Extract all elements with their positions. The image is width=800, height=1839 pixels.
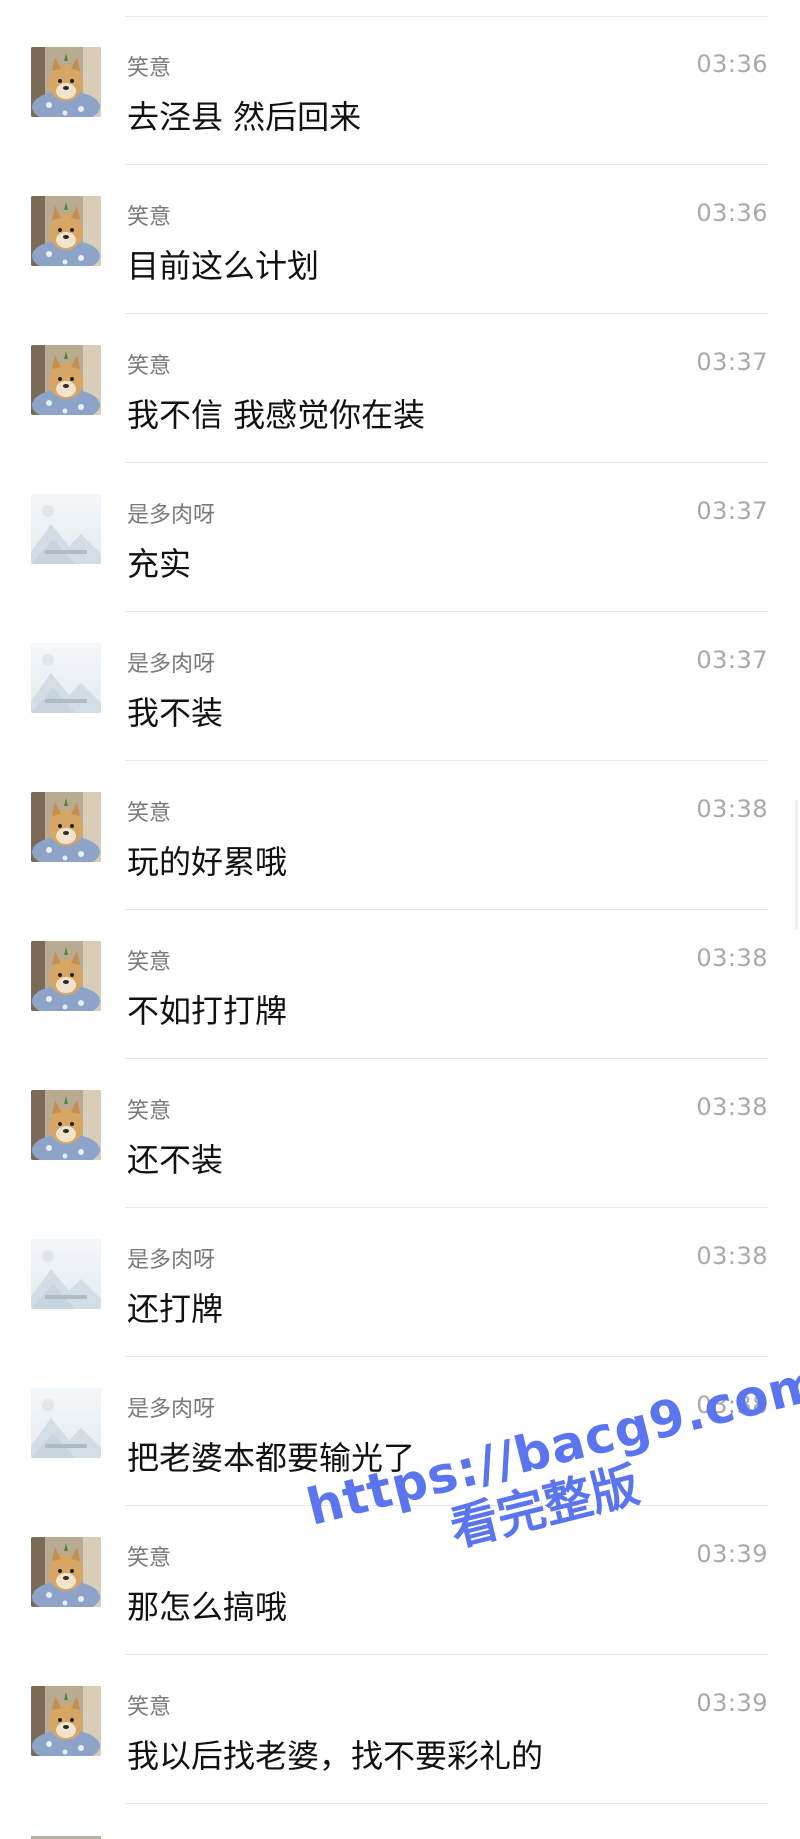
sender-name: 笑意	[127, 1099, 172, 1124]
message-text: 我不装	[127, 694, 224, 732]
message-text: 我不信 我感觉你在装	[127, 396, 426, 434]
message-row[interactable]: 笑意 03:36 去泾县 然后回来	[0, 16, 800, 165]
message-row[interactable]: 是多肉呀 03:38 还打牌	[0, 1208, 800, 1357]
message-row[interactable]: 笑意 03:37 我不信 我感觉你在装	[0, 314, 800, 463]
message-row[interactable]: 笑意 03:38 还不装	[0, 1059, 800, 1208]
sender-name: 笑意	[127, 56, 172, 81]
message-time: 03:39	[696, 1689, 768, 1717]
sender-name: 笑意	[127, 801, 172, 826]
sender-name: 笑意	[127, 950, 172, 975]
placeholder-avatar[interactable]	[31, 643, 101, 713]
message-time: 03:38	[696, 1242, 768, 1270]
message-time: 03:36	[696, 50, 768, 78]
message-time: 03:37	[696, 497, 768, 525]
message-row[interactable]: 笑意 03:38 不如打打牌	[0, 910, 800, 1059]
placeholder-avatar[interactable]	[31, 1388, 101, 1458]
sender-name: 笑意	[127, 205, 172, 230]
placeholder-avatar[interactable]	[31, 1239, 101, 1309]
sender-name: 是多肉呀	[127, 503, 216, 528]
scrollbar[interactable]	[795, 800, 798, 930]
dog-avatar[interactable]	[31, 1090, 101, 1160]
message-text: 还不装	[127, 1141, 224, 1179]
message-text: 我以后找老婆，找不要彩礼的	[127, 1737, 544, 1775]
message-text: 充实	[127, 545, 192, 583]
sender-name: 笑意	[127, 1546, 172, 1571]
message-text: 去泾县 然后回来	[127, 98, 362, 136]
sender-name: 是多肉呀	[127, 1397, 216, 1422]
message-time: 03:36	[696, 199, 768, 227]
message-row[interactable]: 笑意 03:39 我以后找老婆，找不要彩礼的	[0, 1655, 800, 1804]
sender-name: 是多肉呀	[127, 652, 216, 677]
message-time: 03:37	[696, 348, 768, 376]
dog-avatar[interactable]	[31, 792, 101, 862]
message-time: 03:38	[696, 944, 768, 972]
dog-avatar[interactable]	[31, 941, 101, 1011]
message-row[interactable]: 是多肉呀 03:37 充实	[0, 463, 800, 612]
dog-avatar[interactable]	[31, 1686, 101, 1756]
dog-avatar[interactable]	[31, 196, 101, 266]
message-time: 03:38	[696, 795, 768, 823]
message-text: 玩的好累哦	[127, 843, 288, 881]
message-text: 还打牌	[127, 1290, 224, 1328]
sender-name: 是多肉呀	[127, 1248, 216, 1273]
sender-name: 笑意	[127, 1695, 172, 1720]
dog-avatar[interactable]	[31, 345, 101, 415]
placeholder-avatar[interactable]	[31, 494, 101, 564]
message-time: 03:37	[696, 646, 768, 674]
message-row[interactable]: 笑意 03:36 目前这么计划	[0, 165, 800, 314]
sender-name: 笑意	[127, 354, 172, 379]
message-text: 不如打打牌	[127, 992, 288, 1030]
message-text: 那怎么搞哦	[127, 1588, 288, 1626]
message-time: 03:38	[696, 1093, 768, 1121]
dog-avatar[interactable]	[31, 1537, 101, 1607]
message-text: 目前这么计划	[127, 247, 320, 285]
dog-avatar[interactable]	[31, 47, 101, 117]
message-row[interactable]: 是多肉呀 03:37 我不装	[0, 612, 800, 761]
message-row[interactable]: 笑意 03:38 玩的好累哦	[0, 761, 800, 910]
